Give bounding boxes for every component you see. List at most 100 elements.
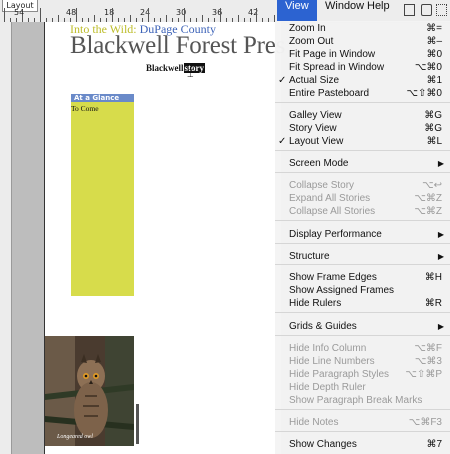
menu-item-shortcut: ⌥⌘3 xyxy=(414,356,442,367)
submenu-arrow-icon: ▶ xyxy=(437,159,444,168)
menu-item-hide-rulers[interactable]: Hide Rulers ⌘R xyxy=(275,298,450,311)
menu-item-fit-spread-in-window[interactable]: Fit Spread in Window ⌥⌘0 xyxy=(275,62,450,75)
menu-item-hide-paragraph-styles: Hide Paragraph Styles ⌥⇧⌘P xyxy=(275,369,450,382)
menu-item-shortcut: ⌥⌘F xyxy=(414,343,442,354)
menu-item-shortcut: ⌥↩ xyxy=(422,180,442,191)
sidebar-body-text: To Come xyxy=(71,104,99,113)
checkmark-icon: ✓ xyxy=(278,136,287,147)
menu-item-galley-view[interactable]: Galley View ⌘G xyxy=(275,110,450,123)
menu-item-shortcut: ⌘H xyxy=(424,272,442,283)
menu-item-label: Hide Info Column xyxy=(289,343,367,354)
ruler-tick xyxy=(130,15,131,22)
menu-separator xyxy=(275,102,450,103)
menu-item-actual-size[interactable]: ✓ Actual Size ⌘1 xyxy=(275,75,450,88)
menu-item-story-view[interactable]: Story View ⌘G xyxy=(275,123,450,136)
ruler-tick xyxy=(238,15,239,22)
menu-item-shortcut: ⌘G xyxy=(424,123,442,134)
menu-item-display-performance[interactable]: Display Performance ▶ xyxy=(275,229,450,242)
menu-item-label: Structure xyxy=(289,251,330,262)
menu-item-hide-notes: Hide Notes ⌥⌘F3 xyxy=(275,417,450,430)
menu-item-shortcut: ⌥⌘Z xyxy=(414,206,442,217)
at-a-glance-sidebar[interactable]: At a Glance To Come xyxy=(71,94,134,296)
ruler-tick xyxy=(184,8,185,22)
menu-item-label: Story View xyxy=(289,123,337,134)
menu-item-label: Hide Line Numbers xyxy=(289,356,375,367)
menu-separator xyxy=(275,409,450,410)
masthead-title[interactable]: Blackwell Forest Pres xyxy=(70,32,285,60)
ruler-tick xyxy=(94,15,95,22)
menu-item-shortcut: ⌘0 xyxy=(426,49,442,60)
menu-item-label: Actual Size xyxy=(289,75,340,86)
menu-item-label: Screen Mode xyxy=(289,158,349,169)
menu-separator xyxy=(275,431,450,432)
menu-item-label: Show Paragraph Break Marks xyxy=(289,395,423,406)
menu-item-shortcut: ⌘G xyxy=(424,110,442,121)
menu-item-shortcut: ⌘7 xyxy=(426,439,442,450)
menu-separator xyxy=(275,335,450,336)
menu-item-shortcut: ⌥⌘Z xyxy=(414,193,442,204)
menu-item-shortcut: ⌘= xyxy=(426,23,442,34)
menu-separator xyxy=(275,150,450,151)
menu-item-hide-line-numbers: Hide Line Numbers ⌥⌘3 xyxy=(275,356,450,369)
ruler-tick xyxy=(112,8,113,22)
menu-item-structure[interactable]: Structure ▶ xyxy=(275,251,450,264)
menu-separator xyxy=(275,264,450,265)
menu-item-label: Hide Depth Ruler xyxy=(289,382,366,393)
vertical-ruler[interactable] xyxy=(0,22,12,454)
menu-item-label: Layout View xyxy=(289,136,344,147)
menu-item-layout-view[interactable]: ✓ Layout View ⌘L xyxy=(275,136,450,149)
submenu-arrow-icon: ▶ xyxy=(437,252,444,261)
menu-item-label: Zoom In xyxy=(289,23,326,34)
menu-item-entire-pasteboard[interactable]: Entire Pasteboard ⌥⇧⌘0 xyxy=(275,88,450,101)
menu-item-grids-and-guides[interactable]: Grids & Guides ▶ xyxy=(275,321,450,334)
menu-item-label: Zoom Out xyxy=(289,36,334,47)
submenu-arrow-icon: ▶ xyxy=(437,230,444,239)
document-icon[interactable] xyxy=(404,4,415,16)
script-icon[interactable] xyxy=(421,4,432,16)
menu-item-shortcut: ⌥⌘0 xyxy=(414,62,442,73)
menu-item-shortcut: ⌥⌘F3 xyxy=(408,417,442,428)
menu-item-show-changes[interactable]: Show Changes ⌘7 xyxy=(275,439,450,452)
menu-item-shortcut: ⌘R xyxy=(424,298,442,309)
menu-item-show-assigned-frames[interactable]: Show Assigned Frames xyxy=(275,285,450,298)
menu-item-expand-all-stories: Expand All Stories ⌥⌘Z xyxy=(275,193,450,206)
menu-window[interactable]: Window xyxy=(325,0,364,21)
owl-photo[interactable]: Longeared owl xyxy=(45,336,134,446)
owl-image xyxy=(45,336,134,446)
menu-item-label: Hide Notes xyxy=(289,417,339,428)
text-cursor-icon: ⌶ xyxy=(187,67,194,80)
menu-item-shortcut: ⌘– xyxy=(426,36,442,47)
menu-item-screen-mode[interactable]: Screen Mode ▶ xyxy=(275,158,450,171)
menu-item-zoom-out[interactable]: Zoom Out ⌘– xyxy=(275,36,450,49)
menu-item-zoom-in[interactable]: Zoom In ⌘= xyxy=(275,23,450,36)
menu-separator xyxy=(275,220,450,221)
menu-item-fit-page-in-window[interactable]: Fit Page in Window ⌘0 xyxy=(275,49,450,62)
menu-item-label: Show Assigned Frames xyxy=(289,285,395,296)
menu-item-shortcut: ⌥⇧⌘P xyxy=(405,369,442,380)
menu-item-show-frame-edges[interactable]: Show Frame Edges ⌘H xyxy=(275,272,450,285)
ruler-tick xyxy=(4,8,5,22)
ruler-tick xyxy=(166,15,167,22)
menu-item-label: Show Changes xyxy=(289,439,357,450)
frame-edge xyxy=(136,404,139,444)
menu-separator xyxy=(275,243,450,244)
menu-item-label: Display Performance xyxy=(289,229,382,240)
menu-bar: View Window Help xyxy=(275,0,450,22)
view-menu: Zoom In ⌘= Zoom Out ⌘– Fit Page in Window ⌘0 F… xyxy=(275,21,450,454)
menu-item-shortcut: ⌘1 xyxy=(426,75,442,86)
byline[interactable]: Blackwellstory xyxy=(146,63,205,73)
layout-icon[interactable] xyxy=(436,4,447,16)
menu-help[interactable]: Help xyxy=(367,0,390,21)
menu-item-label: Hide Paragraph Styles xyxy=(289,369,390,380)
menu-view[interactable]: View xyxy=(277,0,317,21)
photo-credit: Longeared owl xyxy=(57,434,93,440)
menu-item-label: Grids & Guides xyxy=(289,321,357,332)
menu-item-label: Collapse All Stories xyxy=(289,206,376,217)
menu-item-label: Fit Page in Window xyxy=(289,49,376,60)
menu-item-label: Collapse Story xyxy=(289,180,355,191)
checkmark-icon: ✓ xyxy=(278,75,287,86)
menu-item-label: Show Frame Edges xyxy=(289,272,377,283)
menu-item-collapse-story: Collapse Story ⌥↩ xyxy=(275,180,450,193)
menu-item-hide-info-column: Hide Info Column ⌥⌘F xyxy=(275,343,450,356)
pasteboard xyxy=(12,22,44,454)
